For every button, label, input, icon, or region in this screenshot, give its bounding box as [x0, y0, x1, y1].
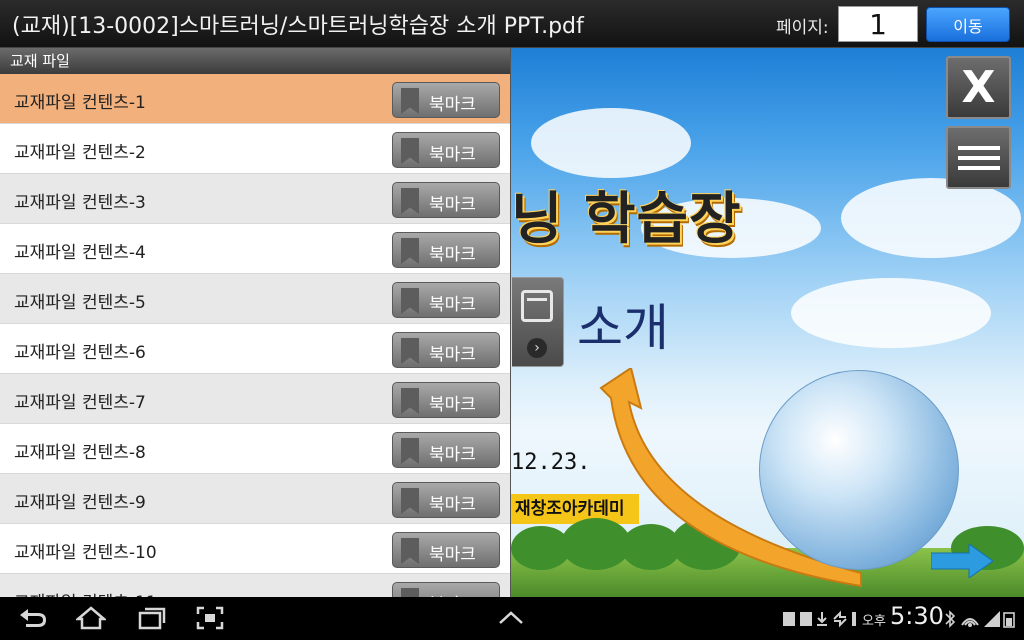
go-button[interactable]: 이동 — [926, 7, 1010, 42]
bookmark-icon — [401, 388, 419, 414]
bookmark-button[interactable]: 북마크 — [392, 382, 500, 418]
list-item[interactable]: 교재파일 컨텐츠-7 북마크 — [0, 374, 510, 424]
list-item[interactable]: 교재파일 컨텐츠-9 북마크 — [0, 474, 510, 524]
page-number-input[interactable] — [838, 6, 918, 42]
slide-subtitle: 소개 — [577, 299, 669, 357]
slide-title: 닝 학습장 — [511, 187, 742, 252]
list-item-label: 교재파일 컨텐츠-6 — [14, 343, 146, 363]
bookmark-button[interactable]: 북마크 — [392, 582, 500, 597]
recent-apps-icon[interactable] — [138, 606, 166, 630]
wallet-icon — [521, 290, 553, 322]
panel-title: 교재 파일 — [0, 48, 510, 74]
list-item-label: 교재파일 컨텐츠-11 — [14, 588, 157, 597]
back-icon[interactable] — [18, 607, 48, 629]
blue-arrow-graphic — [931, 544, 993, 578]
bookmark-icon — [401, 288, 419, 314]
status-icons — [945, 610, 1015, 628]
bookmark-icon — [401, 188, 419, 214]
bookmark-icon — [401, 338, 419, 364]
bookmark-label: 북마크 — [429, 495, 476, 515]
list-item[interactable]: 교재파일 컨텐츠-8 북마크 — [0, 424, 510, 474]
file-list: 교재파일 컨텐츠-1 북마크 교재파일 컨텐츠-2 북마크 교재파일 컨텐츠-3 북마크 교… — [0, 74, 510, 597]
list-item-label: 교재파일 컨텐츠-3 — [14, 193, 146, 213]
menu-icon — [957, 155, 1000, 160]
bookmark-label: 북마크 — [429, 395, 476, 415]
system-nav-bar: 오후 5:30 — [0, 597, 1024, 640]
bookmark-button[interactable]: 북마크 — [392, 182, 500, 218]
list-item[interactable]: 교재파일 컨텐츠-3 북마크 — [0, 174, 510, 224]
menu-icon — [957, 165, 1000, 170]
close-button[interactable]: X — [946, 56, 1011, 119]
bookmark-button[interactable]: 북마크 — [392, 482, 500, 518]
list-item-label: 교재파일 컨텐츠-10 — [14, 543, 157, 563]
cloud — [841, 178, 1021, 258]
globe-graphic — [759, 370, 959, 570]
textbook-file-panel: 교재 파일 교재파일 컨텐츠-1 북마크 교재파일 컨텐츠-2 북마크 교재파일 컨텐츠… — [0, 48, 511, 597]
list-item[interactable]: 교재파일 컨텐츠-11 북마크 — [0, 574, 510, 597]
bookmark-label: 북마크 — [429, 145, 476, 165]
app-root: (교재)[13-0002]스마트러닝/스마트러닝학습장 소개 PPT.pdf 페… — [0, 0, 1024, 640]
bookmark-button[interactable]: 북마크 — [392, 82, 500, 118]
bookmark-label: 북마크 — [429, 245, 476, 265]
home-icon[interactable] — [76, 606, 106, 630]
cloud — [791, 278, 991, 348]
bookmark-button[interactable]: 북마크 — [392, 432, 500, 468]
panel-toggle-tab[interactable]: › — [512, 277, 564, 367]
bookmark-icon — [401, 438, 419, 464]
screenshot-icon[interactable] — [196, 606, 224, 630]
clock: 5:30 — [890, 602, 944, 630]
menu-icon — [957, 145, 1000, 150]
bookmark-button[interactable]: 북마크 — [392, 282, 500, 318]
list-item-label: 교재파일 컨텐츠-7 — [14, 393, 146, 413]
notification-icons — [783, 610, 856, 628]
bookmark-icon — [401, 588, 419, 597]
list-item-label: 교재파일 컨텐츠-9 — [14, 493, 146, 513]
list-item-label: 교재파일 컨텐츠-4 — [14, 243, 146, 263]
bookmark-label: 북마크 — [429, 545, 476, 565]
menu-button[interactable] — [946, 126, 1011, 189]
list-item-label: 교재파일 컨텐츠-8 — [14, 443, 146, 463]
list-item-label: 교재파일 컨텐츠-5 — [14, 293, 146, 313]
bookmark-icon — [401, 488, 419, 514]
bookmark-icon — [401, 138, 419, 164]
bookmark-label: 북마크 — [429, 345, 476, 365]
chevron-right-icon: › — [527, 338, 547, 358]
list-item[interactable]: 교재파일 컨텐츠-10 북마크 — [0, 524, 510, 574]
list-item[interactable]: 교재파일 컨텐츠-5 북마크 — [0, 274, 510, 324]
bookmark-icon — [401, 88, 419, 114]
list-item-label: 교재파일 컨텐츠-2 — [14, 143, 146, 163]
bookmark-icon — [401, 238, 419, 264]
bookmark-button[interactable]: 북마크 — [392, 532, 500, 568]
bookmark-label: 북마크 — [429, 590, 476, 597]
cloud — [531, 108, 691, 178]
bookmark-button[interactable]: 북마크 — [392, 332, 500, 368]
list-item-label: 교재파일 컨텐츠-1 — [14, 93, 146, 113]
list-item[interactable]: 교재파일 컨텐츠-1 북마크 — [0, 74, 510, 124]
am-pm-label: 오후 — [862, 614, 886, 629]
list-item[interactable]: 교재파일 컨텐츠-6 북마크 — [0, 324, 510, 374]
bookmark-label: 북마크 — [429, 295, 476, 315]
document-title: (교재)[13-0002]스마트러닝/스마트러닝학습장 소개 PPT.pdf — [12, 14, 584, 39]
page-label: 페이지: — [776, 18, 829, 38]
bookmark-button[interactable]: 북마크 — [392, 232, 500, 268]
chevron-up-icon[interactable] — [498, 611, 524, 625]
list-item[interactable]: 교재파일 컨텐츠-4 북마크 — [0, 224, 510, 274]
bookmark-label: 북마크 — [429, 195, 476, 215]
bookmark-label: 북마크 — [429, 95, 476, 115]
top-bar: (교재)[13-0002]스마트러닝/스마트러닝학습장 소개 PPT.pdf 페… — [0, 0, 1024, 48]
list-item[interactable]: 교재파일 컨텐츠-2 북마크 — [0, 124, 510, 174]
bookmark-icon — [401, 538, 419, 564]
bookmark-button[interactable]: 북마크 — [392, 132, 500, 168]
bookmark-label: 북마크 — [429, 445, 476, 465]
